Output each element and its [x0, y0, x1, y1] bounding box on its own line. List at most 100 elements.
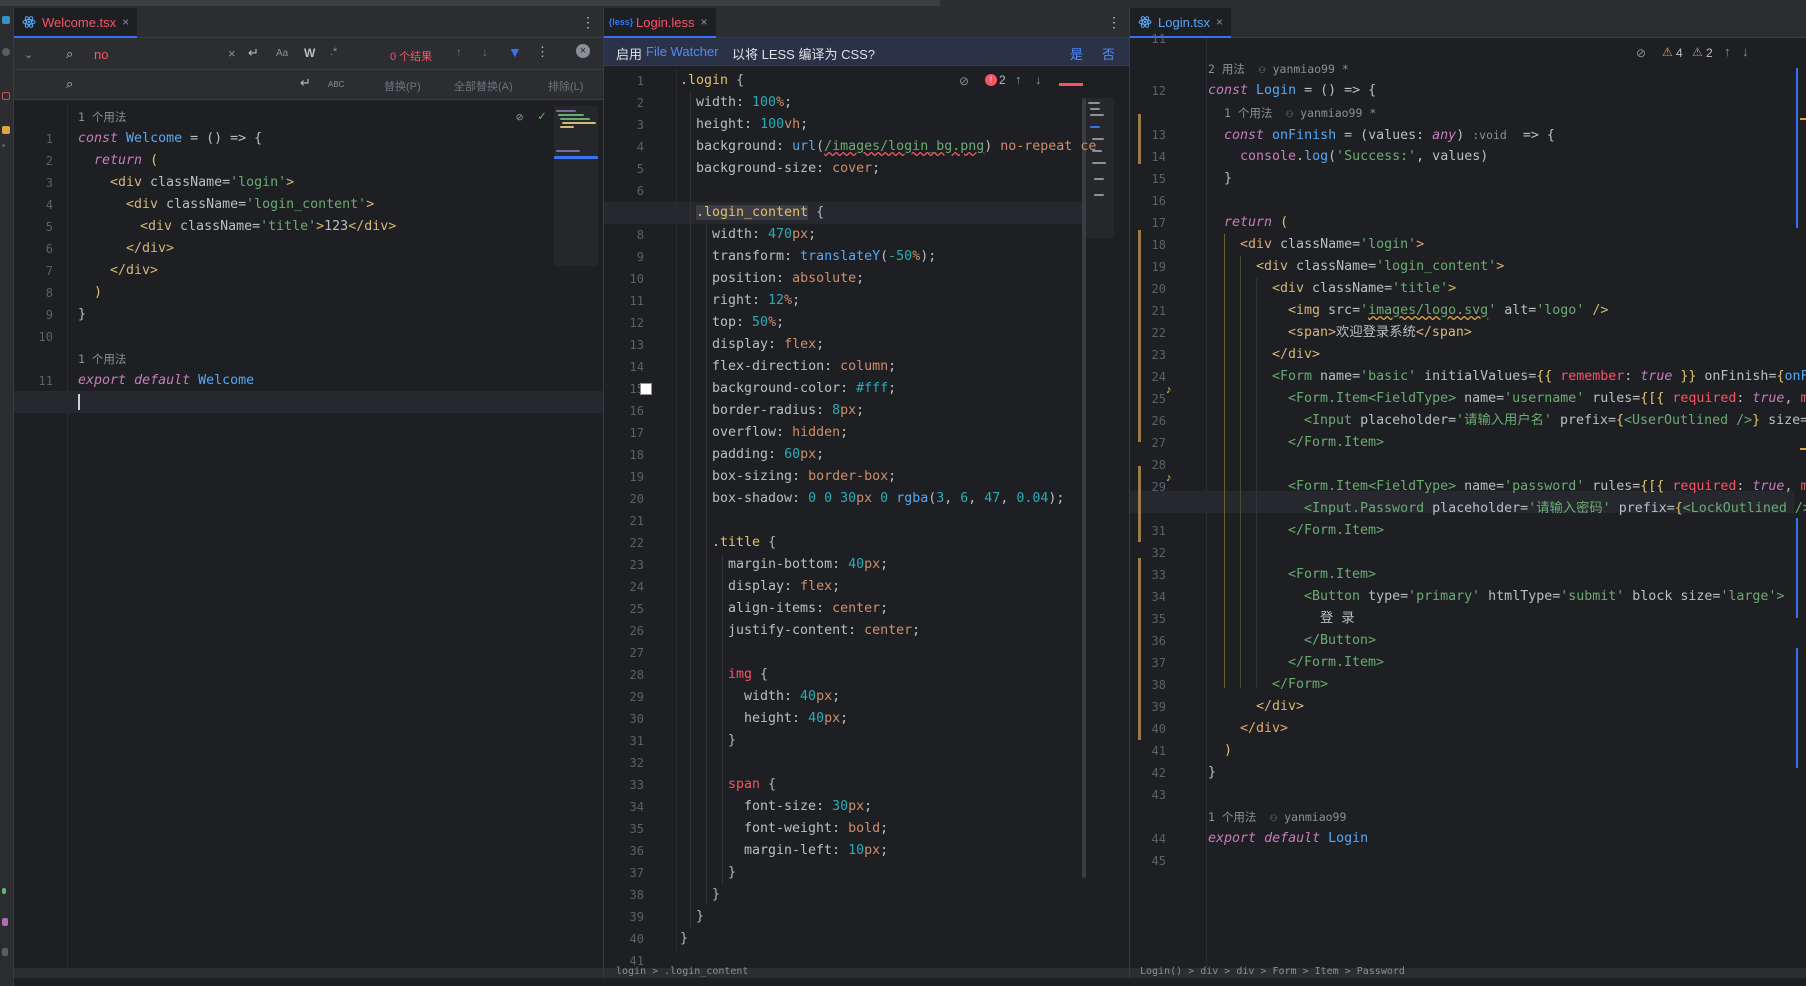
minimap-line: [554, 156, 598, 159]
regex-toggle[interactable]: .*: [330, 46, 337, 58]
chevron-down-icon[interactable]: ⌄: [24, 48, 33, 61]
code-line: .title {: [712, 535, 777, 550]
code-line: </div>: [110, 263, 159, 278]
code-area-login-less[interactable]: .login { width: 100%; height: 100vh; bac…: [680, 70, 1096, 946]
close-icon[interactable]: ×: [701, 15, 708, 29]
code-line: 登 录: [1320, 611, 1355, 626]
more-vert-icon[interactable]: ⋮: [581, 14, 595, 31]
clear-icon[interactable]: ×: [228, 46, 236, 61]
close-icon[interactable]: ×: [1216, 15, 1223, 29]
usage-hint[interactable]: 2 用法 ⚇ yanmiao99 *: [1208, 58, 1349, 80]
tab-welcome-tsx[interactable]: Welcome.tsx ×: [14, 8, 138, 38]
banner-suffix: 以将 LESS 编译为 CSS?: [732, 47, 876, 62]
color-swatch-icon[interactable]: [640, 383, 652, 395]
error-icon[interactable]: !: [985, 74, 997, 86]
preserve-case-toggle[interactable]: ABC: [328, 80, 344, 89]
arrow-up-icon[interactable]: ↑: [1724, 44, 1731, 59]
line-number: 22: [629, 536, 644, 550]
file-watcher-link[interactable]: File Watcher: [646, 44, 718, 59]
replace-all-button[interactable]: 全部替换(A): [454, 78, 513, 94]
arrow-up-icon[interactable]: ↑: [1015, 72, 1022, 87]
banner-yes-button[interactable]: 是: [1070, 44, 1083, 63]
line-number: 21: [1151, 304, 1166, 318]
tool-window-icon[interactable]: [2, 918, 8, 926]
breadcrumb[interactable]: Login() > div > div > Form > Item > Pass…: [1140, 966, 1405, 977]
vcs-change-marker[interactable]: [1138, 230, 1141, 442]
code-line: <Form.Item<FieldType> name='password' ru…: [1288, 479, 1806, 494]
search-input[interactable]: no: [94, 47, 108, 62]
tool-window-icon[interactable]: [2, 126, 10, 134]
newline-icon[interactable]: ↵: [300, 75, 311, 91]
code-line: padding: 60px;: [712, 447, 825, 462]
replace-button[interactable]: 替换(P): [384, 78, 421, 94]
arrow-down-icon[interactable]: ↓: [482, 45, 488, 59]
less-icon: {less}: [608, 17, 634, 27]
usage-hint[interactable]: 1 个用法 ⚇ yanmiao99: [1208, 806, 1346, 828]
tool-window-icon[interactable]: [2, 16, 10, 24]
weak-warning-icon[interactable]: ⚠: [1692, 45, 1703, 59]
newline-icon[interactable]: ↵: [248, 45, 259, 61]
code-line: font-weight: bold;: [744, 821, 889, 836]
vcs-change-marker[interactable]: [1138, 114, 1141, 164]
close-icon[interactable]: ×: [122, 15, 129, 29]
top-strip-segment: [0, 0, 940, 6]
line-number: 18: [1151, 238, 1166, 252]
line-number: 5: [45, 220, 53, 234]
more-vert-icon[interactable]: ⋮: [1107, 14, 1121, 31]
eye-off-icon[interactable]: ⊘: [516, 110, 523, 124]
arrow-down-icon[interactable]: ↓: [1742, 44, 1749, 59]
tool-window-icon[interactable]: [2, 948, 8, 956]
search-result-count: 0 个结果: [390, 51, 433, 63]
vcs-change-marker[interactable]: [1138, 558, 1141, 740]
line-number: 34: [629, 800, 644, 814]
code-line: <div className='login'>: [1240, 237, 1425, 252]
minimap-line: [1094, 178, 1104, 180]
filter-icon[interactable]: ▼: [508, 44, 522, 60]
breadcrumb[interactable]: login > .login_content: [616, 966, 748, 977]
warning-icon[interactable]: ⚠: [1662, 45, 1673, 59]
current-line-highlight: [14, 391, 603, 413]
vertical-scrollbar[interactable]: [1082, 98, 1086, 878]
code-line: justify-content: center;: [728, 623, 921, 638]
line-number: 6: [45, 242, 53, 256]
line-number: 44: [1151, 832, 1166, 846]
vcs-change-marker[interactable]: [1138, 466, 1141, 542]
more-vert-icon[interactable]: ⋮: [536, 44, 549, 60]
close-search-icon[interactable]: ×: [576, 44, 590, 58]
exclude-button[interactable]: 排除(L): [548, 78, 583, 94]
run-gutter-icon[interactable]: ♪: [1166, 472, 1172, 484]
eye-off-icon[interactable]: ⊘: [959, 74, 969, 88]
code-area-welcome[interactable]: 1 个用法 ⊘ ✓ const Welcome = () => { return…: [76, 106, 546, 410]
eye-off-icon[interactable]: ⊘: [1636, 46, 1646, 60]
arrow-up-icon[interactable]: ↑: [456, 45, 462, 59]
code-line: position: absolute;: [712, 271, 865, 286]
line-number: 43: [1151, 788, 1166, 802]
arrow-down-icon[interactable]: ↓: [1035, 72, 1042, 87]
minimap[interactable]: [554, 106, 598, 266]
tab-login-less[interactable]: {less} Login.less ×: [604, 8, 716, 38]
run-gutter-icon[interactable]: ♪: [1166, 384, 1172, 396]
banner-no-button[interactable]: 否: [1102, 44, 1115, 63]
tool-window-icon[interactable]: [2, 888, 6, 894]
usage-hint[interactable]: 1 个用法: [78, 348, 126, 370]
code-line: }: [1224, 171, 1233, 186]
match-case-toggle[interactable]: Aa: [276, 48, 288, 59]
line-number: 30: [629, 712, 644, 726]
usage-hint[interactable]: 1 个用法: [78, 106, 126, 128]
whole-words-toggle[interactable]: W: [304, 46, 315, 60]
banner-prefix: 启用: [616, 47, 643, 62]
tool-window-icon[interactable]: [2, 48, 10, 56]
tool-window-icon[interactable]: [2, 92, 10, 100]
line-number: 16: [629, 404, 644, 418]
tool-window-icon[interactable]: [2, 144, 5, 147]
line-number: 4: [45, 198, 53, 212]
code-line: margin-bottom: 40px;: [728, 557, 889, 572]
code-line: <Input.Password placeholder='请输入密码' pref…: [1304, 501, 1806, 516]
left-tool-strip[interactable]: [0, 8, 14, 986]
usage-hint[interactable]: 1 个用法 ⚇ yanmiao99 *: [1224, 102, 1376, 124]
tab-login-tsx[interactable]: Login.tsx ×: [1130, 8, 1232, 38]
line-number: 5: [636, 162, 644, 176]
code-line: <div className='login'>: [110, 175, 295, 190]
minimap[interactable]: [1086, 98, 1114, 238]
line-number: 14: [629, 360, 644, 374]
